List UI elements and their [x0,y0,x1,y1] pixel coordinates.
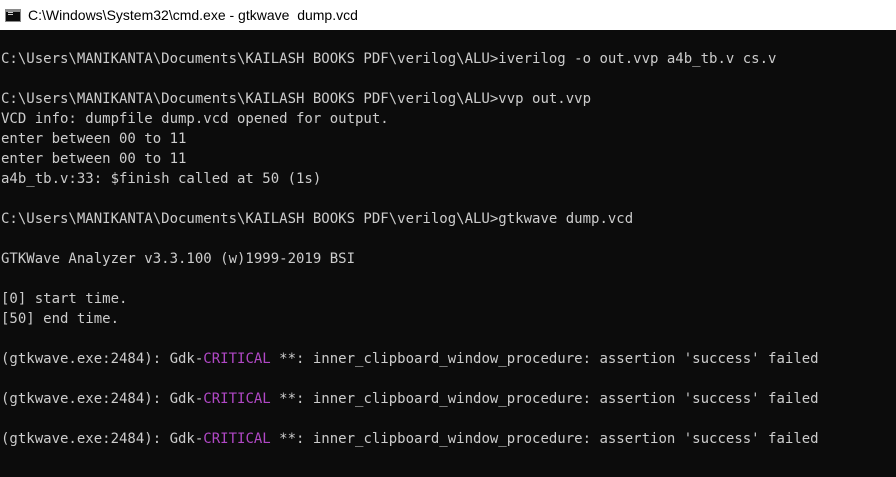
critical-prefix: (gtkwave.exe:2484): Gdk- [1,391,204,407]
console-output[interactable]: C:\Users\MANIKANTA\Documents\KAILASH BOO… [0,30,896,477]
console-line: [0] start time. [1,291,128,307]
cmd-console-icon[interactable] [5,8,21,22]
console-line: C:\Users\MANIKANTA\Documents\KAILASH BOO… [1,91,592,107]
title-bar[interactable]: C:\Windows\System32\cmd.exe - gtkwave du… [0,0,896,30]
critical-message: (gtkwave.exe:2484): Gdk-CRITICAL **: inn… [1,429,896,449]
critical-suffix: **: inner_clipboard_window_procedure: as… [270,391,819,407]
console-line: a4b_tb.v:33: $finish called at 50 (1s) [1,171,322,187]
console-line: enter between 00 to 11 [1,151,187,167]
console-line: C:\Users\MANIKANTA\Documents\KAILASH BOO… [1,211,634,227]
console-line: VCD info: dumpfile dump.vcd opened for o… [1,111,389,127]
critical-message: (gtkwave.exe:2484): Gdk-CRITICAL **: inn… [1,389,896,409]
critical-suffix: **: inner_clipboard_window_procedure: as… [270,431,819,447]
critical-prefix: (gtkwave.exe:2484): Gdk- [1,431,204,447]
critical-level: CRITICAL [203,351,271,367]
console-line: [50] end time. [1,311,120,327]
critical-suffix: **: inner_clipboard_window_procedure: as… [270,351,819,367]
critical-prefix: (gtkwave.exe:2484): Gdk- [1,351,204,367]
console-line: GTKWave Analyzer v3.3.100 (w)1999-2019 B… [1,251,356,267]
cmd-window: C:\Windows\System32\cmd.exe - gtkwave du… [0,0,896,477]
critical-message: (gtkwave.exe:2484): Gdk-CRITICAL **: inn… [1,349,896,369]
console-line: enter between 00 to 11 [1,131,187,147]
window-title: C:\Windows\System32\cmd.exe - gtkwave du… [28,7,358,23]
critical-level: CRITICAL [203,431,271,447]
console-line: C:\Users\MANIKANTA\Documents\KAILASH BOO… [1,51,777,67]
critical-level: CRITICAL [203,391,271,407]
